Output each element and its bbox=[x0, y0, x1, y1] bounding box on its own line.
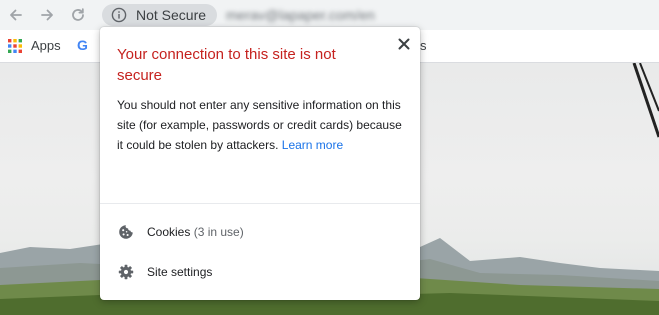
learn-more-link[interactable]: Learn more bbox=[282, 138, 343, 152]
apps-grid-icon[interactable] bbox=[8, 39, 22, 53]
cookies-label-text: Cookies bbox=[147, 225, 191, 239]
site-security-chip[interactable]: Not Secure bbox=[102, 4, 217, 26]
connection-info-popup: Your connection to this site is not secu… bbox=[100, 27, 420, 300]
bookmark-label-fragment[interactable]: s bbox=[420, 38, 427, 53]
cookies-row[interactable]: Cookies (3 in use) bbox=[100, 214, 420, 250]
warning-text: You should not enter any sensitive infor… bbox=[117, 98, 402, 152]
back-button[interactable] bbox=[6, 5, 26, 25]
popup-divider bbox=[100, 203, 420, 204]
security-label: Not Secure bbox=[136, 7, 207, 23]
back-arrow-icon bbox=[10, 9, 22, 21]
apps-bookmark-label[interactable]: Apps bbox=[31, 38, 61, 53]
url-text[interactable]: merav@lapaper.com/en bbox=[226, 7, 375, 23]
site-settings-row[interactable]: Site settings bbox=[100, 254, 420, 290]
cookies-label: Cookies (3 in use) bbox=[147, 225, 244, 239]
popup-message: You should not enter any sensitive infor… bbox=[117, 95, 407, 155]
info-icon bbox=[111, 7, 127, 23]
forward-button[interactable] bbox=[37, 5, 57, 25]
cookie-icon bbox=[119, 225, 133, 239]
site-settings-label: Site settings bbox=[147, 265, 213, 279]
reload-icon bbox=[72, 8, 84, 21]
browser-toolbar: Not Secure merav@lapaper.com/en bbox=[0, 0, 659, 30]
forward-arrow-icon bbox=[41, 9, 53, 21]
gear-icon bbox=[118, 264, 134, 280]
close-icon bbox=[398, 38, 410, 50]
close-button[interactable] bbox=[396, 36, 412, 52]
reload-button[interactable] bbox=[68, 5, 88, 25]
popup-title: Your connection to this site is not secu… bbox=[117, 46, 336, 84]
google-icon[interactable]: G bbox=[77, 37, 88, 53]
cookies-count: (3 in use) bbox=[193, 225, 244, 239]
